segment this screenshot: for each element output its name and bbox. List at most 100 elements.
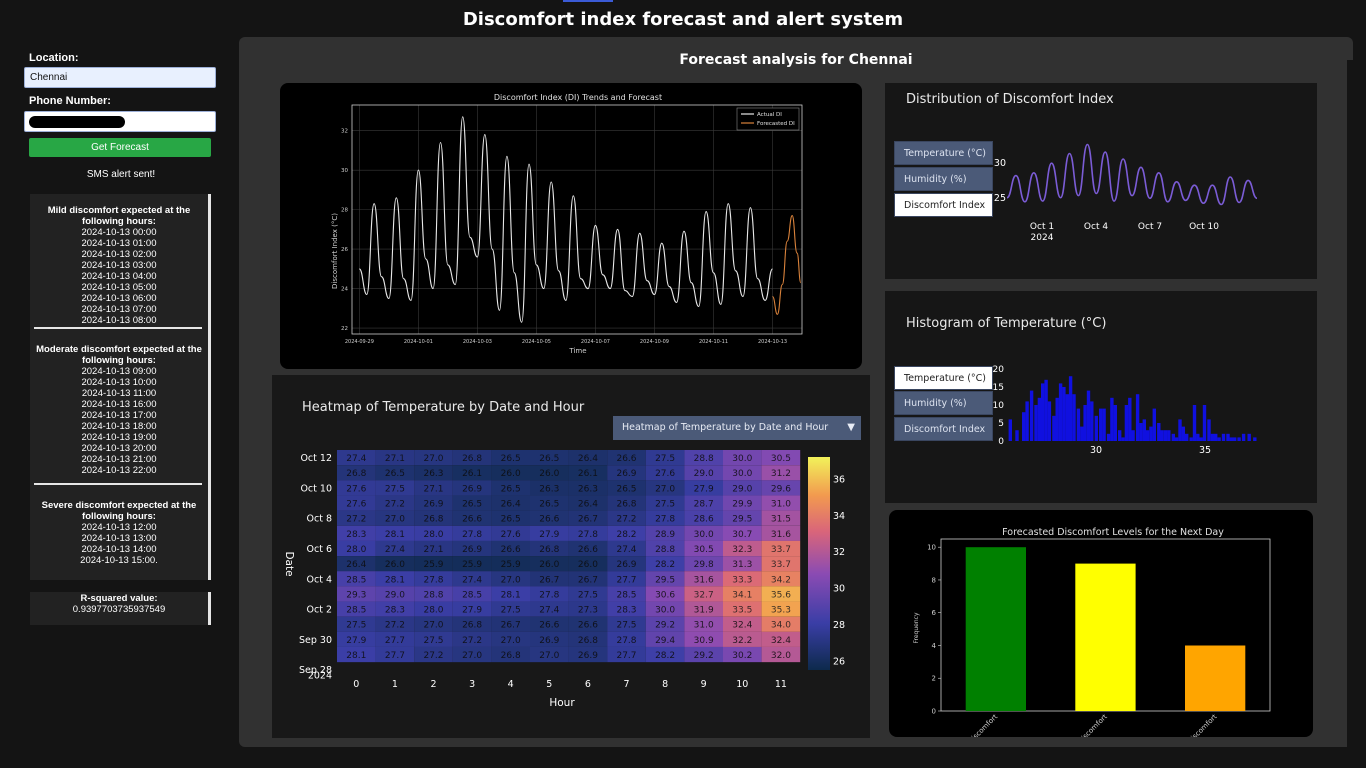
forecast-panel: Forecast analysis for Chennai Discomfort… [239,37,1353,747]
heatmap-cell-label: 26.1 [462,469,482,479]
heatmap-cell-label: 26.8 [462,621,482,631]
line-chart-frame [351,104,803,335]
heatmap-cell-label: 27.5 [655,454,675,464]
line-chart-ylabel: Discomfort Index (°C) [331,213,339,289]
heatmap-cell-label: 27.2 [385,621,405,631]
heatmap-cell-label: 27.1 [423,484,443,494]
heatmap-cell-label: 27.7 [385,636,405,646]
heatmap-cell-label: 27.3 [578,606,598,616]
distribution-chart: 30 25 Oct 1 2024 Oct 4 Oct 7 Oct 10 [994,143,1258,243]
heatmap-cell-label: 26.6 [578,545,598,555]
histogram-bar [1157,423,1161,441]
heatmap-cell-label: 27.4 [346,454,366,464]
heatmap-cell-label: 31.5 [771,515,791,525]
heatmap-cell-label: 27.0 [655,484,675,494]
heatmap-cell-label: 26.5 [385,469,405,479]
heatmap-x-ticks: 0 1 2 3 4 5 6 7 8 9 10 11 [353,679,787,690]
alert-time: 2024-10-13 18:00 [81,421,157,432]
bar-chart-bars: iscomfort iscomfort iscomfort [965,547,1246,742]
line-y-tick: 22 [341,326,348,332]
heatmap-cell-label: 32.7 [694,590,714,600]
histogram-bar [1221,433,1226,441]
heatmap-cell-label: 26.9 [423,500,443,510]
heatmap-cell-label: 26.3 [539,484,559,494]
bar-y-tick: 6 [932,609,937,617]
histogram-bar [1083,405,1087,441]
heatmap-cell-label: 26.8 [462,454,482,464]
line-y-tick: 26 [341,247,348,253]
heatmap-x-tick: 8 [662,679,668,690]
heatmap-cell-label: 27.4 [462,575,482,585]
histogram-bar [1034,405,1038,441]
alert-time: 2024-10-13 19:00 [81,432,157,443]
heatmap-cell-label: 27.0 [423,621,443,631]
heatmap-cell-label: 27.0 [539,651,559,661]
heatmap-cell-label: 31.3 [732,560,752,570]
colorbar-tick: 30 [833,584,845,595]
histogram-bar [1076,408,1081,441]
histogram-bar [1202,405,1207,441]
line-x-tick: 2024-10-05 [522,339,551,345]
heatmap-cell-label: 32.4 [732,621,752,631]
heatmap-cell-label: 26.5 [462,500,482,510]
discomfort-index-line [1006,143,1258,206]
location-input[interactable] [24,67,216,88]
heatmap-cell-label: 30.5 [771,454,791,464]
heatmap-cell-label: 28.0 [423,530,443,540]
hist-x-tick: 35 [1199,445,1211,456]
bar-chart-y-ticks: 10 8 6 4 2 0 [927,544,941,716]
heatmap-cell-label: 27.8 [616,636,636,646]
heatmap-x-tick: 10 [736,679,748,690]
alert-time: 2024-10-13 12:00 [81,522,157,533]
hist-y-tick: 10 [993,401,1005,411]
heatmap-cell-label: 27.0 [501,636,521,646]
heatmap-cell-label: 33.3 [732,575,752,585]
heatmap-cell-label: 30.0 [694,530,714,540]
heatmap-cell-label: 28.3 [616,606,636,616]
heatmap-cell-label: 32.4 [771,636,791,646]
heatmap-cell-label: 27.6 [346,500,366,510]
legend-forecast-label: Forecasted DI [757,121,795,127]
heatmap-cell-label: 26.7 [539,575,559,585]
histogram-bar [1181,426,1185,441]
heatmap-cell-label: 27.8 [462,530,482,540]
heatmap-cell-label: 29.5 [732,515,752,525]
histogram-bar [1124,405,1129,441]
heatmap-cell-label: 34.2 [771,575,791,585]
histogram-bar [1025,401,1029,441]
heatmap-cell-label: 30.5 [694,545,714,555]
page-scrollbar[interactable] [1347,60,1355,750]
heatmap-cell-label: 30.2 [732,651,752,661]
heatmap-cell-label: 25.9 [423,560,443,570]
di-trend-chart-card: Discomfort Index (DI) Trends and Forecas… [280,83,862,369]
heatmap-cell-label: 29.9 [732,500,752,510]
dist-y-tick: 25 [994,193,1006,204]
hist-y-tick: 5 [998,419,1004,429]
heatmap-x-tick: 7 [623,679,629,690]
colorbar-tick: 34 [833,511,845,522]
phone-input[interactable] [24,111,216,132]
heatmap-cell-label: 30.0 [655,606,675,616]
dist-x-tick: Oct 4 [1084,222,1108,232]
forecast-level-bar [1075,563,1136,711]
heatmap-x-tick: 3 [469,679,475,690]
alert-time: 2024-10-13 02:00 [81,249,157,260]
heatmap-cell-label: 28.6 [694,515,714,525]
heatmap-chart: 27.4 27.1 27.0 26.8 26.5 26.5 26.4 26.6 27.5 28.8… [283,450,845,709]
histogram-bar [1106,433,1111,441]
heatmap-y-tick: Oct 2 [307,605,333,616]
histogram-bar [1128,397,1132,441]
alert-time: 2024-10-13 08:00 [81,315,157,326]
location-label: Location: [29,52,79,64]
alerts-panel[interactable]: Mild discomfort expected at the followin… [30,194,211,580]
line-x-tick: 2024-10-09 [640,339,669,345]
heatmap-cell-label: 28.8 [655,545,675,555]
get-forecast-button[interactable]: Get Forecast [29,138,211,157]
bar-y-tick: 8 [932,577,936,585]
heatmap-cell-label: 26.0 [385,560,405,570]
histogram-bar [1163,430,1168,441]
histogram-bar [1207,419,1211,441]
line-y-tick: 24 [341,287,348,293]
heatmap-cell-label: 28.5 [346,606,366,616]
heatmap-cell-label: 28.9 [655,530,675,540]
